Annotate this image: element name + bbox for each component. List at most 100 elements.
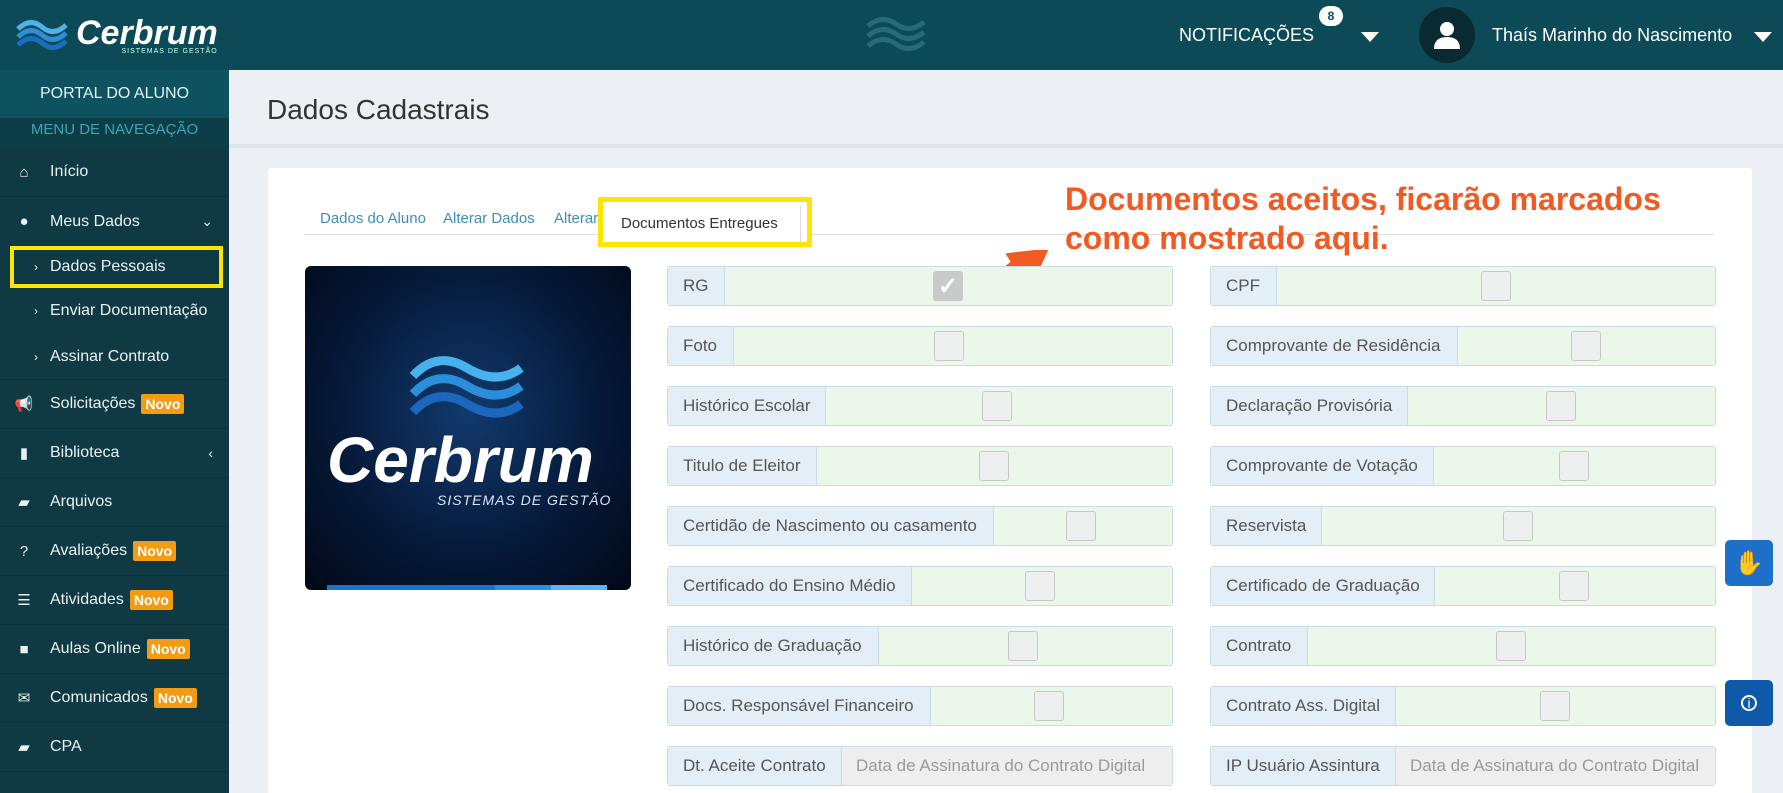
doc-label: Histórico Escolar (668, 387, 826, 425)
ip-usuario-label: IP Usuário Assintura (1211, 747, 1396, 785)
user-icon (1434, 22, 1460, 49)
doc-checkbox-foto[interactable] (934, 331, 964, 361)
waves-logo-icon (866, 17, 926, 51)
doc-checkbox-certificado-ensino-medio[interactable] (1025, 571, 1055, 601)
sidebar-item-label: Assinar Contrato (50, 347, 170, 365)
info-button[interactable]: i (1725, 680, 1773, 726)
envelope-icon: ✉ (17, 690, 31, 707)
sidebar-item-solicitacoes[interactable]: 📢 Solicitações Novo (0, 380, 229, 429)
doc-checkbox-certidao-nascimento[interactable] (1066, 511, 1096, 541)
doc-checkbox-historico-escolar[interactable] (982, 391, 1012, 421)
annotation-line: Documentos aceitos, ficarão marcados (1065, 181, 1661, 217)
tab-documentos-entregues[interactable]: Documentos Entregues (598, 197, 812, 247)
annotation-text: Documentos aceitos, ficarão marcados com… (1065, 180, 1661, 258)
doc-checkbox-titulo-eleitor[interactable] (979, 451, 1009, 481)
doc-checkbox-docs-responsavel[interactable] (1034, 691, 1064, 721)
tab-dados-do-aluno[interactable]: Dados do Aluno (320, 210, 426, 227)
new-badge: Novo (153, 688, 197, 708)
doc-label: Certificado do Ensino Médio (668, 567, 912, 605)
doc-field-certificado-ensino-medio: Certificado do Ensino Médio (667, 566, 1173, 606)
doc-label: Reservista (1211, 507, 1322, 545)
doc-field-titulo-eleitor: Titulo de Eleitor (667, 446, 1173, 486)
sidebar-item-label: Arquivos (50, 493, 113, 510)
doc-field-contrato-ass-digital: Contrato Ass. Digital (1210, 686, 1716, 726)
sidebar-item-arquivos[interactable]: ▰ Arquivos (0, 478, 229, 527)
folder-icon: ▰ (18, 494, 30, 511)
list-icon: ☰ (17, 592, 31, 609)
doc-field-comprovante-votacao: Comprovante de Votação (1210, 446, 1716, 486)
new-badge: Novo (141, 394, 185, 414)
notifications-count-badge: 8 (1319, 6, 1343, 26)
ip-usuario-input[interactable]: Data de Assinatura do Contrato Digital (1396, 747, 1715, 785)
doc-label: Certidão de Nascimento ou casamento (668, 507, 994, 545)
book-icon: ▮ (19, 445, 29, 462)
caret-down-icon[interactable] (1754, 32, 1772, 42)
sidebar-item-label: Comunicados (50, 689, 148, 706)
waves-logo-icon (16, 20, 68, 50)
header-divider (229, 144, 1783, 148)
sidebar-item-label: Atividades (50, 591, 124, 608)
doc-field-certificado-graduacao: Certificado de Graduação (1210, 566, 1716, 606)
doc-checkbox-contrato-ass-digital[interactable] (1540, 691, 1570, 721)
accessibility-button[interactable]: ✋ (1725, 540, 1773, 586)
doc-label: Histórico de Graduação (668, 627, 879, 665)
institution-logo-image: Cerbrum SISTEMAS DE GESTÃO (305, 266, 631, 590)
sidebar-item-inicio[interactable]: ⌂ Início (0, 148, 229, 197)
brand-name: Cerbrum (76, 13, 218, 52)
doc-label: Declaração Provisória (1211, 387, 1408, 425)
doc-checkbox-contrato[interactable] (1496, 631, 1526, 661)
menu-header: MENU DE NAVEGAÇÃO (0, 118, 229, 148)
portal-title: PORTAL DO ALUNO (0, 70, 229, 118)
brand-logo[interactable]: Cerbrum SISTEMAS DE GESTÃO (0, 0, 229, 70)
aceite-contrato-field: Dt. Aceite Contrato Data de Assinatura d… (667, 746, 1173, 786)
sidebar-item-label: Dados Pessoais (50, 258, 166, 275)
new-badge: Novo (146, 639, 190, 659)
doc-checkbox-reservista[interactable] (1503, 511, 1533, 541)
aceite-contrato-input[interactable]: Data de Assinatura do Contrato Digital (842, 747, 1172, 785)
doc-checkbox-comprovante-residencia[interactable] (1571, 331, 1601, 361)
notifications-button[interactable]: NOTIFICAÇÕES (1179, 0, 1314, 70)
sidebar-item-comunicados[interactable]: ✉ Comunicados Novo (0, 674, 229, 723)
tab-alterar-dados[interactable]: Alterar Dados (443, 210, 535, 227)
doc-field-historico-escolar: Histórico Escolar (667, 386, 1173, 426)
sidebar-item-dados-pessoais[interactable]: › Dados Pessoais (10, 246, 223, 288)
image-accent-bar (327, 585, 607, 590)
waves-logo-icon (409, 356, 524, 418)
question-icon: ? (19, 542, 29, 560)
home-icon: ⌂ (19, 163, 29, 181)
doc-checkbox-certificado-graduacao[interactable] (1559, 571, 1589, 601)
new-badge: Novo (129, 590, 173, 610)
sidebar-item-cpa[interactable]: ▰ CPA (0, 723, 229, 772)
doc-field-contrato: Contrato (1210, 626, 1716, 666)
sidebar-item-assinar-contrato[interactable]: › Assinar Contrato (0, 334, 229, 380)
sidebar-item-atividades[interactable]: ☰ Atividades Novo (0, 576, 229, 625)
doc-field-historico-graduacao: Histórico de Graduação (667, 626, 1173, 666)
sidebar-item-enviar-documentacao[interactable]: › Enviar Documentação (0, 288, 229, 334)
sidebar-item-avaliacoes[interactable]: ? Avaliações Novo (0, 527, 229, 576)
doc-checkbox-declaracao-provisoria[interactable] (1546, 391, 1576, 421)
chevron-right-icon: › (34, 304, 38, 318)
user-name[interactable]: Thaís Marinho do Nascimento (1492, 0, 1732, 70)
doc-checkbox-comprovante-votacao[interactable] (1559, 451, 1589, 481)
chevron-right-icon: › (34, 260, 38, 274)
sidebar-item-meus-dados[interactable]: ● Meus Dados ⌄ (0, 197, 229, 246)
ip-usuario-field: IP Usuário Assintura Data de Assinatura … (1210, 746, 1716, 786)
avatar[interactable] (1419, 7, 1475, 63)
sidebar-item-label: Solicitações (50, 395, 136, 412)
sidebar-item-aulas-online[interactable]: ■ Aulas Online Novo (0, 625, 229, 674)
megaphone-icon: 📢 (14, 396, 34, 413)
doc-field-comprovante-residencia: Comprovante de Residência (1210, 326, 1716, 366)
video-icon: ■ (19, 640, 29, 658)
topbar: NOTIFICAÇÕES 8 Thaís Marinho do Nascimen… (229, 0, 1783, 70)
chevron-left-icon: ‹ (208, 445, 213, 461)
chevron-right-icon: › (34, 349, 38, 364)
doc-label: RG (668, 267, 725, 305)
doc-checkbox-cpf[interactable] (1481, 271, 1511, 301)
doc-checkbox-rg[interactable]: ✓ (933, 271, 963, 301)
caret-down-icon[interactable] (1361, 32, 1379, 42)
doc-checkbox-historico-graduacao[interactable] (1008, 631, 1038, 661)
sidebar-item-biblioteca[interactable]: ▮ Biblioteca ‹ (0, 429, 229, 478)
doc-label: Comprovante de Votação (1211, 447, 1434, 485)
doc-field-certidao-nascimento: Certidão de Nascimento ou casamento (667, 506, 1173, 546)
image-brand-tagline: SISTEMAS DE GESTÃO (437, 492, 612, 508)
